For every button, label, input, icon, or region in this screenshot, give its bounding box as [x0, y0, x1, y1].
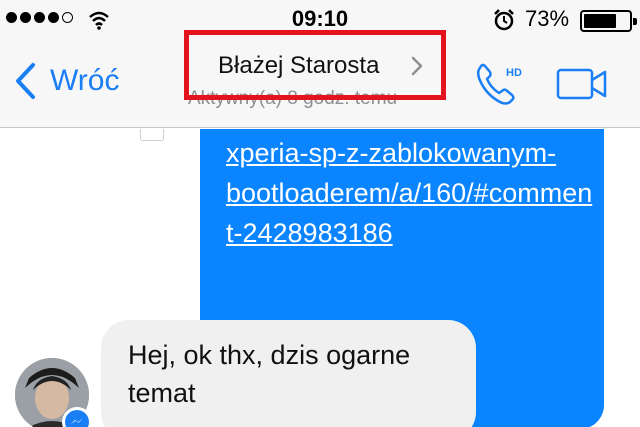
phone-hd-icon: HD	[476, 63, 522, 105]
messenger-badge	[62, 407, 92, 427]
outgoing-message-link[interactable]: xperia-sp-z-zablokowanym-bootloaderem/a/…	[226, 133, 596, 253]
video-camera-icon	[556, 68, 607, 100]
call-button[interactable]: HD	[474, 62, 524, 113]
chevron-right-icon[interactable]	[410, 55, 424, 77]
messenger-icon	[71, 418, 83, 424]
contact-name[interactable]: Błażej Starosta	[218, 52, 379, 80]
battery-percentage: 73%	[525, 6, 570, 31]
battery-icon	[580, 10, 637, 32]
hd-label: HD	[506, 67, 522, 79]
chevron-left-icon	[16, 63, 35, 99]
back-label: Wróć	[50, 64, 120, 97]
nav-bar: Wróć Aktywny(a) 8 godz. temu Błażej Star…	[0, 30, 640, 128]
chat-thread[interactable]: xperia-sp-z-zablokowanym-bootloaderem/a/…	[0, 129, 640, 427]
alarm-clock-icon	[494, 9, 514, 31]
message-indicator	[140, 129, 164, 141]
back-button[interactable]: Wróć	[14, 62, 119, 100]
incoming-message-text: Hej, ok thx, dzis ogarne temat	[128, 340, 411, 408]
video-call-button[interactable]	[556, 68, 608, 105]
